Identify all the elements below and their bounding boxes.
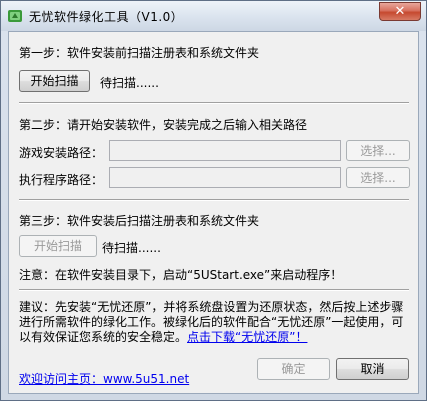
ok-button[interactable]: 确定 — [257, 358, 330, 380]
step3-status: 待扫描...... — [102, 241, 161, 255]
advice-paragraph: 建议：先安装“无忧还原”，并将系统盘设置为还原状态，然后按上述步骤进行所需软件的… — [19, 300, 411, 345]
window-title: 无忧软件绿化工具（V1.0） — [29, 10, 184, 24]
step3-scan-button[interactable]: 开始扫描 — [19, 235, 97, 257]
step1-label: 第一步：软件安装前扫描注册表和系统文件夹 — [19, 46, 260, 60]
homepage-link[interactable]: 欢迎访问主页：www.5u51.net — [19, 370, 189, 387]
app-window: 无忧软件绿化工具（V1.0） ✕ 第一步：软件安装前扫描注册表和系统文件夹 开始… — [0, 0, 427, 401]
exe-path-browse-button[interactable]: 选择... — [346, 167, 410, 188]
step1-status: 待扫描...... — [100, 76, 159, 90]
title-bar[interactable]: 无忧软件绿化工具（V1.0） ✕ — [1, 1, 426, 31]
exe-path-label: 执行程序路径： — [19, 173, 104, 187]
download-restore-link[interactable]: 点击下载“无忧还原”！ — [187, 330, 307, 344]
step2-label: 第二步：请开始安装软件，安装完成之后输入相关路径 — [19, 118, 308, 132]
close-icon: ✕ — [394, 4, 406, 19]
game-path-browse-button[interactable]: 选择... — [346, 140, 410, 161]
separator — [19, 289, 409, 291]
close-button[interactable]: ✕ — [379, 2, 421, 21]
separator — [19, 102, 409, 104]
cancel-button[interactable]: 取消 — [336, 358, 409, 380]
app-icon — [7, 8, 23, 24]
client-area: 第一步：软件安装前扫描注册表和系统文件夹 开始扫描 待扫描...... 第二步：… — [8, 31, 419, 394]
separator — [19, 199, 409, 201]
step1-scan-button[interactable]: 开始扫描 — [19, 70, 90, 92]
step3-note: 注意：在软件安装目录下，启动“5UStart.exe”来启动程序！ — [19, 268, 343, 282]
game-path-label: 游戏安装路径： — [19, 146, 104, 160]
game-path-input[interactable] — [109, 140, 341, 161]
step3-label: 第三步：软件安装后扫描注册表和系统文件夹 — [19, 214, 260, 228]
exe-path-input[interactable] — [109, 167, 341, 188]
